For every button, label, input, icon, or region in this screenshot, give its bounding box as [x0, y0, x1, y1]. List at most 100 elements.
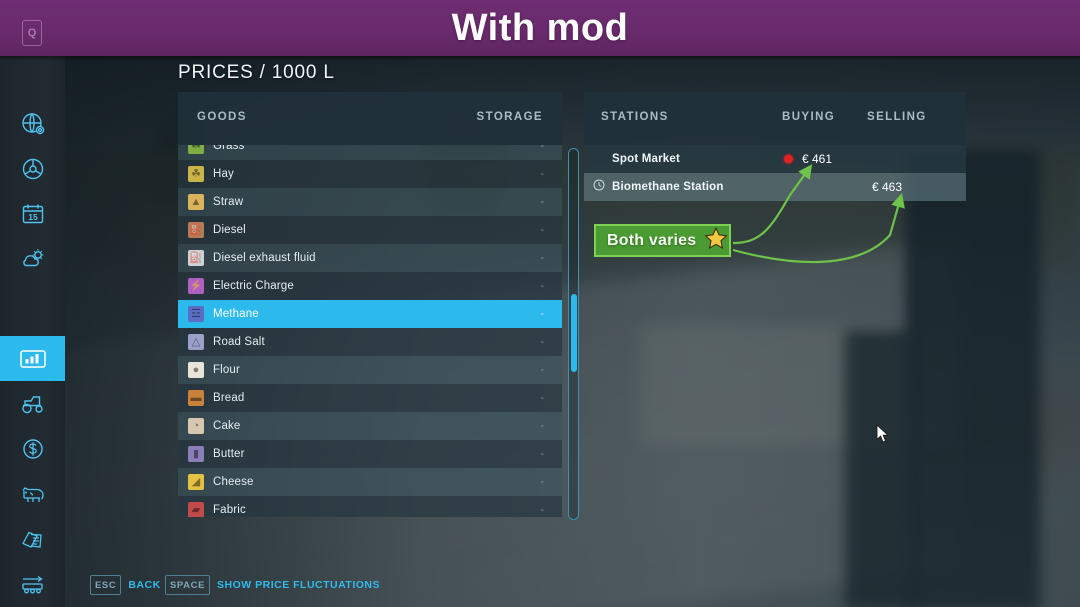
sidebar-item-weather[interactable]: [0, 236, 65, 281]
goods-item-icon: ⛽: [188, 250, 204, 266]
sidebar-item-vehicle-list[interactable]: [0, 381, 65, 426]
goods-item-icon: ⚡: [188, 278, 204, 294]
globe-map-icon: [20, 111, 46, 137]
goods-item-label: Butter: [213, 448, 245, 460]
video-title-banner: Q With mod: [0, 0, 1080, 56]
goods-item-icon: ▲: [188, 194, 204, 210]
goods-item-label: Road Salt: [213, 336, 265, 348]
goods-item-icon: ◔: [188, 418, 204, 434]
price-chart-icon: [19, 347, 47, 371]
station-row[interactable]: Biomethane Station € 463: [584, 173, 966, 201]
goods-item-storage: -: [540, 224, 544, 236]
help-item-back[interactable]: ESC BACK: [90, 575, 161, 595]
sidebar-item-map[interactable]: [0, 101, 65, 146]
help-label-back: BACK: [128, 579, 161, 591]
sidebar-item-prices[interactable]: [0, 336, 65, 381]
goods-item-label: Cheese: [213, 476, 254, 488]
goods-item-icon: ▰: [188, 502, 204, 517]
mouse-cursor: [876, 423, 890, 449]
goods-item-storage: -: [540, 392, 544, 404]
goods-item-label: Straw: [213, 196, 244, 208]
help-item-fluctuations[interactable]: SPACE SHOW PRICE FLUCTUATIONS: [165, 575, 380, 595]
goods-item-label: Hay: [213, 168, 234, 180]
goods-item-label: Electric Charge: [213, 280, 294, 292]
goods-item-label: Fabric: [213, 504, 246, 516]
goods-item-storage: -: [540, 308, 544, 320]
banner-title: With mod: [451, 6, 629, 49]
esc-key-badge: ESC: [90, 575, 122, 595]
goods-item-icon: ☘: [188, 145, 204, 154]
cow-icon: [19, 482, 47, 506]
help-label-fluctuations: SHOW PRICE FLUCTUATIONS: [217, 579, 380, 591]
goods-list-viewport[interactable]: ☘ Grass - ☘ Hay - ▲ Straw - ⛽ Diesel - ⛽ Diesel exhau…: [178, 145, 562, 517]
goods-item-icon: ▮: [188, 446, 204, 462]
annotation-callout: Both varies: [594, 224, 731, 257]
page-title: PRICES / 1000 L: [178, 62, 335, 83]
goods-item-icon: ▬: [188, 390, 204, 406]
steering-wheel-icon: [20, 156, 46, 182]
column-header-storage: STORAGE: [476, 111, 543, 123]
goods-item-label: Grass: [213, 145, 245, 152]
goods-item-storage: -: [540, 476, 544, 488]
dollar-coin-icon: [20, 436, 46, 462]
sidebar-rail: 15: [0, 56, 65, 607]
station-name-label: Spot Market: [612, 153, 681, 165]
sidebar-item-finances[interactable]: [0, 426, 65, 471]
sidebar-item-production[interactable]: [0, 561, 65, 606]
goods-row[interactable]: ☲ Methane -: [178, 300, 562, 328]
goods-item-storage: -: [540, 196, 544, 208]
goods-item-label: Bread: [213, 392, 245, 404]
goods-item-storage: -: [540, 504, 544, 516]
goods-item-storage: -: [540, 336, 544, 348]
goods-item-icon: ◢: [188, 474, 204, 490]
goods-row[interactable]: ⚡ Electric Charge -: [178, 272, 562, 300]
column-header-buying: BUYING: [782, 111, 836, 123]
goods-row[interactable]: ▰ Fabric -: [178, 496, 562, 517]
goods-item-icon: ☲: [188, 306, 204, 322]
goods-row[interactable]: ▮ Butter -: [178, 440, 562, 468]
goods-item-storage: -: [540, 280, 544, 292]
goods-item-storage: -: [540, 420, 544, 432]
goods-item-icon: ●: [188, 362, 204, 378]
goods-item-label: Flour: [213, 364, 240, 376]
space-key-badge: SPACE: [165, 575, 211, 595]
station-row[interactable]: Spot Market € 461: [584, 145, 966, 173]
column-header-stations: STATIONS: [601, 111, 669, 123]
goods-panel-header: GOODS STORAGE: [178, 92, 562, 145]
sidebar-item-calendar[interactable]: 15: [0, 191, 65, 236]
weather-sun-cloud-icon: [20, 246, 46, 272]
goods-row[interactable]: ⛽ Diesel -: [178, 216, 562, 244]
clock-icon: [593, 178, 605, 196]
goods-scrollbar-thumb[interactable]: [570, 294, 577, 372]
goods-scrollbar[interactable]: [568, 148, 579, 520]
sidebar-item-vehicles[interactable]: [0, 146, 65, 191]
goods-item-storage: -: [540, 168, 544, 180]
svg-text:15: 15: [28, 212, 38, 222]
column-header-goods: GOODS: [197, 111, 247, 123]
sidebar-item-animals[interactable]: [0, 471, 65, 516]
goods-item-storage: -: [540, 252, 544, 264]
goods-row[interactable]: ☘ Grass -: [178, 145, 562, 160]
goods-item-storage: -: [540, 364, 544, 376]
goods-item-label: Methane: [213, 308, 259, 320]
goods-row[interactable]: ▬ Bread -: [178, 384, 562, 412]
goods-item-storage: -: [540, 145, 544, 152]
goods-row[interactable]: ◔ Cake -: [178, 412, 562, 440]
goods-row[interactable]: ⛽ Diesel exhaust fluid -: [178, 244, 562, 272]
goods-row[interactable]: ● Flour -: [178, 356, 562, 384]
goods-row[interactable]: ▲ Straw -: [178, 188, 562, 216]
goods-item-icon: ☘: [188, 166, 204, 182]
sidebar-item-contracts[interactable]: [0, 516, 65, 561]
star-icon: [704, 226, 728, 255]
goods-row[interactable]: △ Road Salt -: [178, 328, 562, 356]
stations-panel-header: STATIONS BUYING SELLING: [584, 92, 966, 145]
goods-list: ☘ Grass - ☘ Hay - ▲ Straw - ⛽ Diesel - ⛽ Diesel exhau…: [178, 145, 562, 517]
goods-row[interactable]: ☘ Hay -: [178, 160, 562, 188]
goods-panel: GOODS STORAGE ☘ Grass - ☘ Hay - ▲ Straw - ⛽ Diesel…: [178, 92, 562, 517]
help-bar: ESC BACK SPACE SHOW PRICE FLUCTUATIONS: [0, 567, 1080, 607]
price-alert-dot: [784, 154, 793, 164]
goods-row[interactable]: ◢ Cheese -: [178, 468, 562, 496]
goods-item-label: Diesel exhaust fluid: [213, 252, 316, 264]
goods-item-storage: -: [540, 448, 544, 460]
game-ui-screenshot: Q With mod 15 PRICES / 1000 L GOODS STOR…: [0, 0, 1080, 607]
